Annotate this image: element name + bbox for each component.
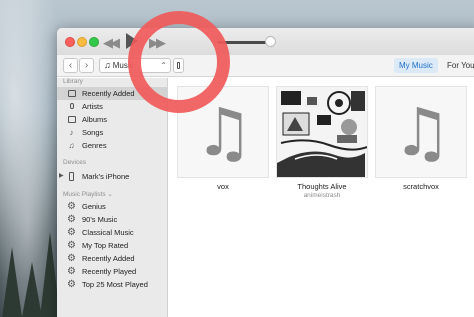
sidebar-item-albums[interactable]: Albums: [57, 113, 168, 126]
volume-slider-knob[interactable]: [265, 36, 276, 47]
tree-silhouette: [2, 247, 22, 317]
forward-button[interactable]: ›: [79, 58, 94, 73]
sidebar-item-label: Albums: [82, 115, 108, 124]
album-title: Thoughts Alive: [297, 182, 347, 191]
gear-icon: ⚙: [67, 227, 76, 238]
album-title: scratchvox: [403, 182, 439, 191]
sidebar-item-label: My Top Rated: [82, 241, 129, 250]
sidebar-item-my-top-rated[interactable]: ⚙ My Top Rated: [57, 239, 168, 252]
sidebar: Library Recently Added Artists Albums ♪ …: [57, 78, 168, 317]
close-button[interactable]: [65, 37, 75, 47]
back-button[interactable]: ‹: [63, 58, 78, 73]
iphone-icon: [66, 171, 77, 182]
zoom-button[interactable]: [89, 37, 99, 47]
highlight-ring: [128, 11, 230, 113]
rewind-icon[interactable]: ◀◀: [103, 35, 120, 51]
sidebar-item-label: Songs: [82, 128, 104, 137]
sidebar-item-label: 90's Music: [82, 215, 118, 224]
music-note-icon: ♫: [104, 60, 111, 70]
sidebar-item-genres[interactable]: ♫ Genres: [57, 139, 168, 152]
sidebar-item-label: Recently Played: [82, 267, 137, 276]
album-artist: animeistrash: [303, 192, 341, 199]
gear-icon: ⚙: [67, 266, 76, 277]
artists-icon: [66, 101, 77, 112]
music-note-placeholder-icon: ♫: [392, 94, 452, 171]
sidebar-item-recently-added-playlist[interactable]: ⚙ Recently Added: [57, 252, 168, 265]
gear-icon: ⚙: [67, 240, 76, 251]
disclosure-triangle-icon[interactable]: ▶: [59, 170, 64, 183]
sidebar-item-recently-played[interactable]: ⚙ Recently Played: [57, 265, 168, 278]
gear-icon: ⚙: [67, 201, 76, 212]
sidebar-item-classical-music[interactable]: ⚙ Classical Music: [57, 226, 168, 239]
sidebar-item-label: Genres: [82, 141, 107, 150]
toolbar: ‹ › ♫ Music ⌃ My Music For You: [57, 55, 474, 77]
album-art[interactable]: ♫: [375, 86, 467, 178]
album-grid: ♫ vox Thoughts Alive animeistrash ♫ scra…: [169, 78, 474, 317]
sidebar-item-label: Recently Added: [82, 89, 135, 98]
playlists-header[interactable]: Music Playlists ⌄: [63, 190, 113, 198]
sidebar-item-genius[interactable]: ⚙ Genius: [57, 200, 168, 213]
tree-silhouette: [22, 262, 42, 317]
album-artwork: [277, 87, 367, 177]
album-art[interactable]: [276, 86, 368, 178]
sidebar-item-label: Classical Music: [82, 228, 134, 237]
sidebar-item-label: Top 25 Most Played: [82, 280, 148, 289]
gear-icon: ⚙: [67, 253, 76, 264]
album-tile[interactable]: ♫ scratchvox: [375, 86, 467, 191]
genres-icon: ♫: [68, 141, 75, 150]
itunes-window: ◀◀ ▶▶ ‹ › ♫ Music ⌃ My Music For You Libr…: [57, 28, 474, 317]
recently-added-icon: [66, 88, 77, 99]
sidebar-item-label: Genius: [82, 202, 106, 211]
sidebar-item-label: Mark's iPhone: [82, 172, 130, 181]
minimize-button[interactable]: [77, 37, 87, 47]
library-header: Library: [63, 78, 83, 85]
sidebar-item-label: Recently Added: [82, 254, 135, 263]
sidebar-item-songs[interactable]: ♪ Songs: [57, 126, 168, 139]
album-title: vox: [217, 182, 229, 191]
devices-header: Devices: [63, 159, 87, 166]
tab-my-music[interactable]: My Music: [394, 58, 438, 73]
songs-icon: ♪: [69, 128, 74, 137]
album-tile[interactable]: Thoughts Alive animeistrash: [276, 86, 368, 199]
gear-icon: ⚙: [67, 214, 76, 225]
sidebar-item-top-25-most-played[interactable]: ⚙ Top 25 Most Played: [57, 278, 168, 291]
tab-for-you[interactable]: For You: [444, 58, 474, 73]
albums-icon: [66, 114, 77, 125]
sidebar-item-label: Artists: [82, 102, 103, 111]
sidebar-item-90s-music[interactable]: ⚙ 90's Music: [57, 213, 168, 226]
gear-icon: ⚙: [67, 279, 76, 290]
sidebar-item-device[interactable]: ▶ Mark's iPhone: [57, 170, 168, 183]
title-bar: ◀◀ ▶▶: [57, 28, 474, 55]
